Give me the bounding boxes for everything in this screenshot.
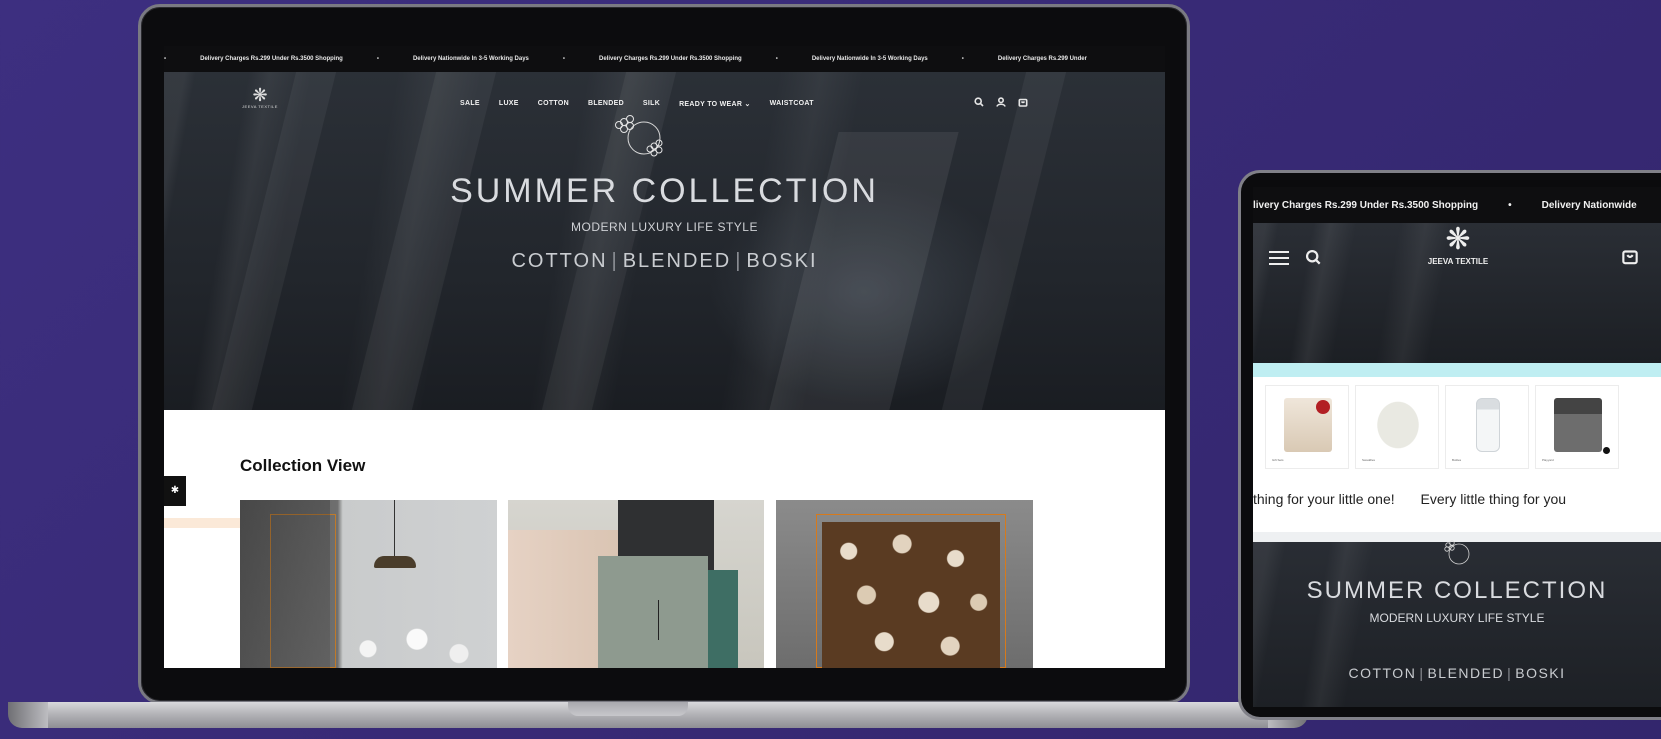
announcement-item: Delivery Charges Rs.299 Under Rs.3500 Sh… — [200, 56, 343, 62]
laptop-base — [8, 702, 1308, 728]
logo-text: JEEVA TEXTILE — [1427, 257, 1489, 266]
search-icon[interactable] — [974, 97, 984, 107]
hero-category[interactable]: COTTON — [511, 250, 607, 272]
user-icon[interactable] — [996, 97, 1006, 107]
collection-card[interactable] — [508, 500, 764, 668]
marquee-item: thing for your little one! — [1253, 491, 1395, 507]
menu-icon[interactable] — [1269, 251, 1289, 265]
hero-categories: COTTON | BLENDED | BOSKI — [1348, 665, 1566, 681]
cart-icon[interactable] — [1621, 247, 1639, 265]
hero-category[interactable]: COTTON — [1348, 665, 1416, 681]
logo-text: JEEVA TEXTILE — [242, 104, 278, 109]
product-label: Gift Sets — [1272, 458, 1284, 462]
hero-title: SUMMER COLLECTION — [450, 172, 879, 210]
product-card[interactable]: Playyard — [1535, 385, 1619, 469]
tablet-screen: livery Charges Rs.299 Under Rs.3500 Shop… — [1253, 187, 1661, 707]
announcement-separator: • — [1508, 199, 1512, 211]
marquee-item: Every little thing for you — [1420, 491, 1567, 507]
site-logo[interactable]: ❋ JEEVA TEXTILE — [1413, 223, 1503, 266]
header-icons — [974, 97, 1028, 107]
side-tab-button[interactable]: ✱ — [164, 476, 186, 506]
product-card[interactable]: Bottles — [1445, 385, 1529, 469]
promo-strip — [1253, 363, 1661, 377]
hero-categories: COTTON | BLENDED | BOSKI — [511, 250, 818, 272]
product-label: Swaddles — [1362, 458, 1376, 462]
product-label: Bottles — [1452, 458, 1462, 462]
nav-item-waistcoat[interactable]: WAISTCOAT — [770, 100, 814, 108]
cart-icon[interactable] — [1018, 97, 1028, 107]
hero-subtitle: MODERN LUXURY LIFE STYLE — [571, 220, 758, 234]
hero-banner: ❋ JEEVA TEXTILE SALE LUXE COTTON BLENDED… — [164, 72, 1165, 410]
collection-card[interactable] — [776, 500, 1033, 668]
announcement-item: Delivery Nationwide In 3-5 Working Days — [811, 56, 928, 62]
hero-category[interactable]: BLENDED — [1427, 665, 1504, 681]
laptop-screen: • Delivery Charges Rs.299 Under Rs.3500 … — [164, 46, 1165, 668]
marquee-text: thing for your little one! Every little … — [1253, 491, 1661, 507]
collection-card[interactable] — [240, 500, 497, 668]
snowflake-logo-icon: ❋ — [1445, 223, 1471, 256]
nav-item-cotton[interactable]: COTTON — [538, 100, 569, 108]
announcement-item: Delivery Nationwide — [1541, 199, 1637, 211]
nav-item-blended[interactable]: BLENDED — [588, 100, 624, 108]
product-card[interactable]: Swaddles — [1355, 385, 1439, 469]
chevron-down-icon: ⌄ — [744, 101, 751, 108]
announcement-item: Delivery Charges Rs.299 Under Rs.3500 Sh… — [598, 56, 742, 62]
search-icon[interactable] — [1305, 249, 1321, 265]
flower-emblem-icon — [615, 115, 663, 157]
nav-item-luxe[interactable]: LUXE — [499, 100, 519, 108]
product-carousel: Gift Sets Swaddles Bottles Playyard — [1265, 385, 1619, 469]
nav-item-ready-to-wear[interactable]: READY TO WEAR ⌄ — [679, 100, 751, 108]
flower-emblem-icon — [1444, 540, 1470, 565]
nav-item-label: READY TO WEAR — [679, 101, 743, 108]
sparkle-icon: ✱ — [170, 485, 180, 496]
hero-title: SUMMER COLLECTION — [1306, 577, 1608, 604]
hero-category[interactable]: BLENDED — [623, 250, 731, 272]
nav-menu: SALE LUXE COTTON BLENDED SILK READY TO W… — [460, 100, 814, 108]
announcement-item: livery Charges Rs.299 Under Rs.3500 Shop… — [1253, 199, 1479, 211]
site-logo[interactable]: ❋ JEEVA TEXTILE — [240, 86, 280, 118]
product-label: Playyard — [1542, 458, 1554, 462]
nav-item-sale[interactable]: SALE — [460, 100, 480, 108]
snowflake-logo-icon: ❋ — [252, 85, 268, 105]
hero-category[interactable]: BOSKI — [746, 250, 817, 272]
announcement-bar: • Delivery Charges Rs.299 Under Rs.3500 … — [164, 46, 1165, 72]
collection-view-title: Collection View — [240, 456, 366, 475]
product-card[interactable]: Gift Sets — [1265, 385, 1349, 469]
announcement-item: Delivery Charges Rs.299 Under — [997, 56, 1087, 62]
nav-item-silk[interactable]: SILK — [643, 100, 660, 108]
hero-category[interactable]: BOSKI — [1515, 665, 1565, 681]
announcement-bar: livery Charges Rs.299 Under Rs.3500 Shop… — [1253, 187, 1661, 223]
announcement-item: Delivery Nationwide In 3-5 Working Days — [412, 56, 529, 62]
hero-subtitle: MODERN LUXURY LIFE STYLE — [1369, 611, 1545, 625]
